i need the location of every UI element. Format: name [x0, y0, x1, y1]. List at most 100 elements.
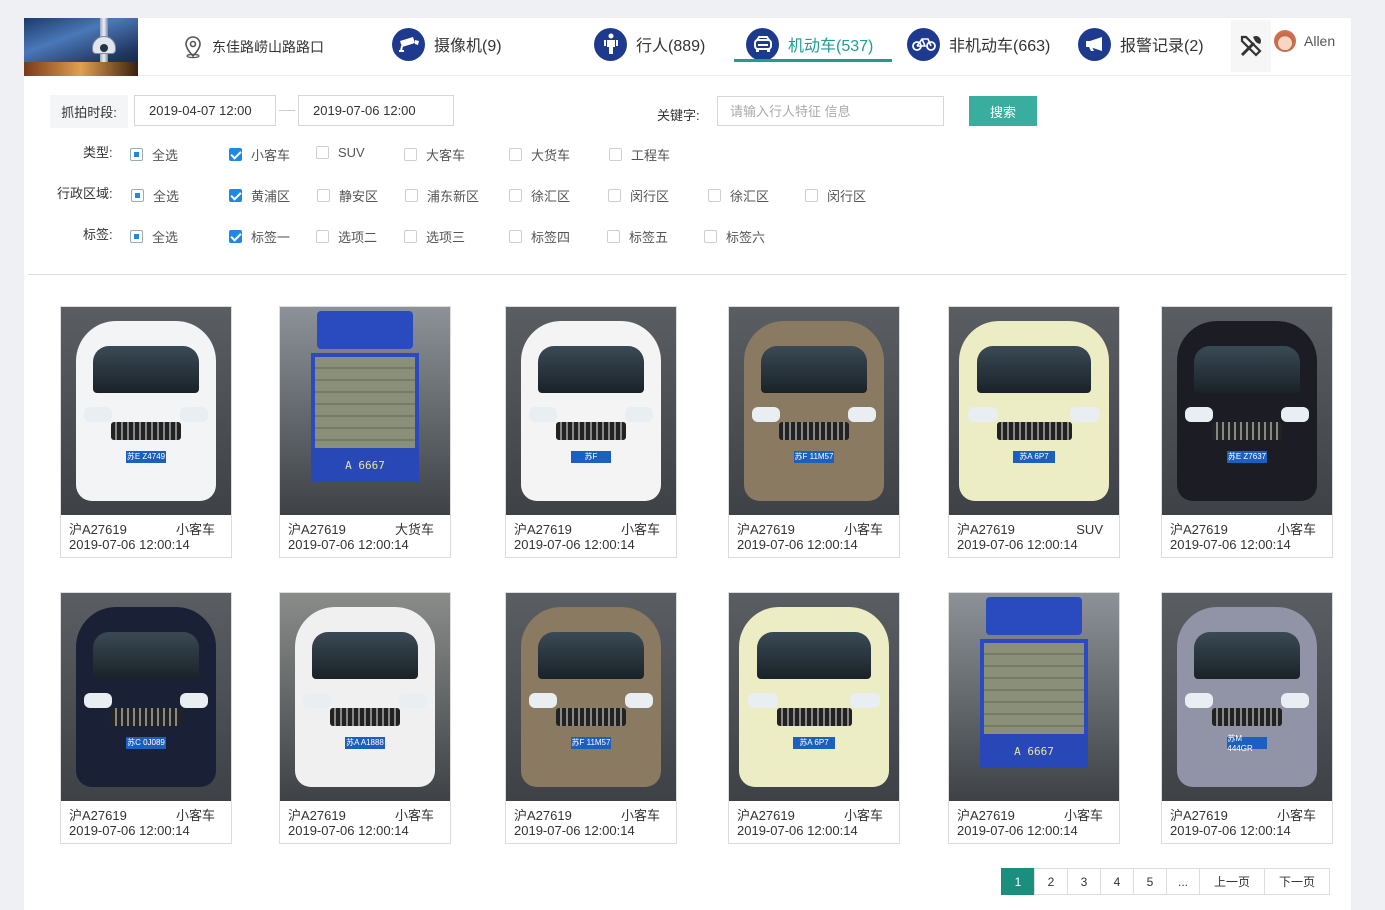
region-option-checkbox[interactable]: 浦东新区: [405, 186, 479, 205]
page-button-2[interactable]: 2: [1034, 868, 1068, 895]
vehicle-snapshot-image: 苏E Z4749: [61, 307, 231, 515]
tab-label: 非机动车(663): [949, 38, 1051, 55]
keyword-search-input[interactable]: [717, 96, 944, 126]
tag-option-checkbox[interactable]: 选项三: [404, 227, 465, 246]
vehicle-result-card[interactable]: 苏F 11M57 沪A27619 小客车 2019-07-06 12:00:14: [728, 306, 900, 558]
vehicle-result-card[interactable]: 苏F 沪A27619 小客车 2019-07-06 12:00:14: [505, 306, 677, 558]
vehicle-result-card[interactable]: 苏A 6P7 沪A27619 小客车 2019-07-06 12:00:14: [728, 592, 900, 844]
vehicle-result-card[interactable]: 苏C 0J089 沪A27619 小客车 2019-07-06 12:00:14: [60, 592, 232, 844]
vehicle-info: 沪A27619 小客车 2019-07-06 12:00:14: [737, 808, 883, 838]
search-button[interactable]: 搜索: [969, 96, 1037, 126]
user-menu[interactable]: Allen: [1274, 30, 1335, 52]
vehicle-info: 沪A27619 小客车 2019-07-06 12:00:14: [514, 808, 660, 838]
plate-number: 沪A27619: [957, 808, 1015, 823]
type-option-checkbox[interactable]: 大客车: [404, 145, 465, 164]
date-range-separator: [279, 110, 295, 111]
vehicle-info: 沪A27619 大货车 2019-07-06 12:00:14: [288, 522, 434, 552]
tab-alarm-records[interactable]: 报警记录(2): [1078, 26, 1204, 62]
end-date-input[interactable]: 2019-07-06 12:00: [298, 95, 454, 126]
location-selector[interactable]: 东佳路崂山路路口: [182, 32, 324, 62]
pedestrian-icon: [594, 27, 627, 61]
next-page-button[interactable]: 下一页: [1264, 868, 1330, 895]
page-button-4[interactable]: 4: [1100, 868, 1134, 895]
bicycle-icon: [907, 27, 940, 61]
vehicle-type: 小客车: [394, 808, 434, 823]
region-option-checkbox[interactable]: 闵行区: [608, 186, 669, 205]
type-option-checkbox[interactable]: SUV: [316, 145, 365, 160]
prev-page-button[interactable]: 上一页: [1199, 868, 1265, 895]
vehicle-snapshot-image: 苏M 444GR: [1162, 593, 1332, 801]
option-label: 闵行区: [827, 189, 867, 204]
checkbox-icon: [404, 230, 417, 243]
checkbox-icon: [805, 189, 818, 202]
user-name: Allen: [1304, 33, 1336, 49]
tab-cameras[interactable]: 摄像机(9): [392, 26, 502, 62]
vehicle-info: 沪A27619 小客车 2019-07-06 12:00:14: [69, 522, 215, 552]
option-label: 静安区: [339, 189, 379, 204]
tab-motor-vehicles[interactable]: 机动车(537): [746, 26, 873, 62]
vehicle-result-card[interactable]: 苏E Z7637 沪A27619 小客车 2019-07-06 12:00:14: [1161, 306, 1333, 558]
vehicle-result-card[interactable]: A 6667 沪A27619 大货车 2019-07-06 12:00:14: [279, 306, 451, 558]
vehicle-result-card[interactable]: 苏A 6P7 沪A27619 SUV 2019-07-06 12:00:14: [948, 306, 1120, 558]
vehicle-type: 小客车: [175, 808, 215, 823]
vehicle-type: 小客车: [175, 522, 215, 537]
region-option-checkbox[interactable]: 全选: [131, 186, 179, 205]
tag-option-checkbox[interactable]: 标签五: [607, 227, 668, 246]
type-option-checkbox[interactable]: 全选: [130, 145, 178, 164]
checkbox-icon: [607, 230, 620, 243]
capture-time: 2019-07-06 12:00:14: [1170, 537, 1291, 552]
checkbox-icon: [608, 189, 621, 202]
plate-number: 沪A27619: [288, 808, 346, 823]
vehicle-snapshot-image: 苏E Z7637: [1162, 307, 1332, 515]
page-button-5[interactable]: 5: [1133, 868, 1167, 895]
tab-non-motor-vehicles[interactable]: 非机动车(663): [907, 26, 1050, 62]
vehicle-result-card[interactable]: 苏M 444GR 沪A27619 小客车 2019-07-06 12:00:14: [1161, 592, 1333, 844]
checkbox-icon: [131, 189, 144, 202]
option-label: 徐汇区: [531, 189, 571, 204]
plate-number: 沪A27619: [737, 808, 795, 823]
checkbox-icon: [229, 148, 242, 161]
tag-option-checkbox[interactable]: 全选: [130, 227, 178, 246]
vehicle-type: 小客车: [620, 808, 660, 823]
checkbox-icon: [708, 189, 721, 202]
capture-time: 2019-07-06 12:00:14: [69, 823, 190, 838]
tag-option-checkbox[interactable]: 选项二: [316, 227, 377, 246]
vehicle-info: 沪A27619 小客车 2019-07-06 12:00:14: [288, 808, 434, 838]
surveillance-camera-logo: [24, 18, 138, 76]
checkbox-icon: [316, 146, 329, 159]
region-option-checkbox[interactable]: 黄浦区: [229, 186, 290, 205]
settings-tools-button[interactable]: [1231, 20, 1271, 72]
tag-option-checkbox[interactable]: 标签四: [509, 227, 570, 246]
checkbox-icon: [130, 230, 143, 243]
option-label: 标签五: [629, 230, 669, 245]
vehicle-type: 小客车: [843, 808, 883, 823]
start-date-input[interactable]: 2019-04-07 12:00: [134, 95, 276, 126]
checkbox-icon: [317, 189, 330, 202]
capture-time: 2019-07-06 12:00:14: [737, 823, 858, 838]
region-filter-label: 行政区域:: [57, 186, 113, 201]
region-option-checkbox[interactable]: 徐汇区: [708, 186, 769, 205]
type-option-checkbox[interactable]: 小客车: [229, 145, 290, 164]
tab-label: 行人(889): [636, 38, 706, 55]
region-option-checkbox[interactable]: 闵行区: [805, 186, 866, 205]
type-option-checkbox[interactable]: 工程车: [609, 145, 670, 164]
region-option-checkbox[interactable]: 静安区: [317, 186, 378, 205]
plate-number: 沪A27619: [1170, 808, 1228, 823]
tag-option-checkbox[interactable]: 标签一: [229, 227, 290, 246]
vehicle-snapshot-image: 苏A 6P7: [949, 307, 1119, 515]
vehicle-result-card[interactable]: 苏E Z4749 沪A27619 小客车 2019-07-06 12:00:14: [60, 306, 232, 558]
page-button-3[interactable]: 3: [1067, 868, 1101, 895]
checkbox-icon: [229, 230, 242, 243]
vehicle-snapshot-image: 苏F 11M57: [729, 307, 899, 515]
vehicle-result-card[interactable]: 苏F 11M57 沪A27619 小客车 2019-07-06 12:00:14: [505, 592, 677, 844]
option-label: 大货车: [531, 148, 571, 163]
option-label: 工程车: [631, 148, 671, 163]
tab-pedestrians[interactable]: 行人(889): [594, 26, 705, 62]
page-button-1[interactable]: 1: [1001, 868, 1035, 895]
vehicle-type: 小客车: [1063, 808, 1103, 823]
region-option-checkbox[interactable]: 徐汇区: [509, 186, 570, 205]
type-option-checkbox[interactable]: 大货车: [509, 145, 570, 164]
vehicle-result-card[interactable]: A 6667 沪A27619 小客车 2019-07-06 12:00:14: [948, 592, 1120, 844]
vehicle-result-card[interactable]: 苏A A1888 沪A27619 小客车 2019-07-06 12:00:14: [279, 592, 451, 844]
tag-option-checkbox[interactable]: 标签六: [704, 227, 765, 246]
